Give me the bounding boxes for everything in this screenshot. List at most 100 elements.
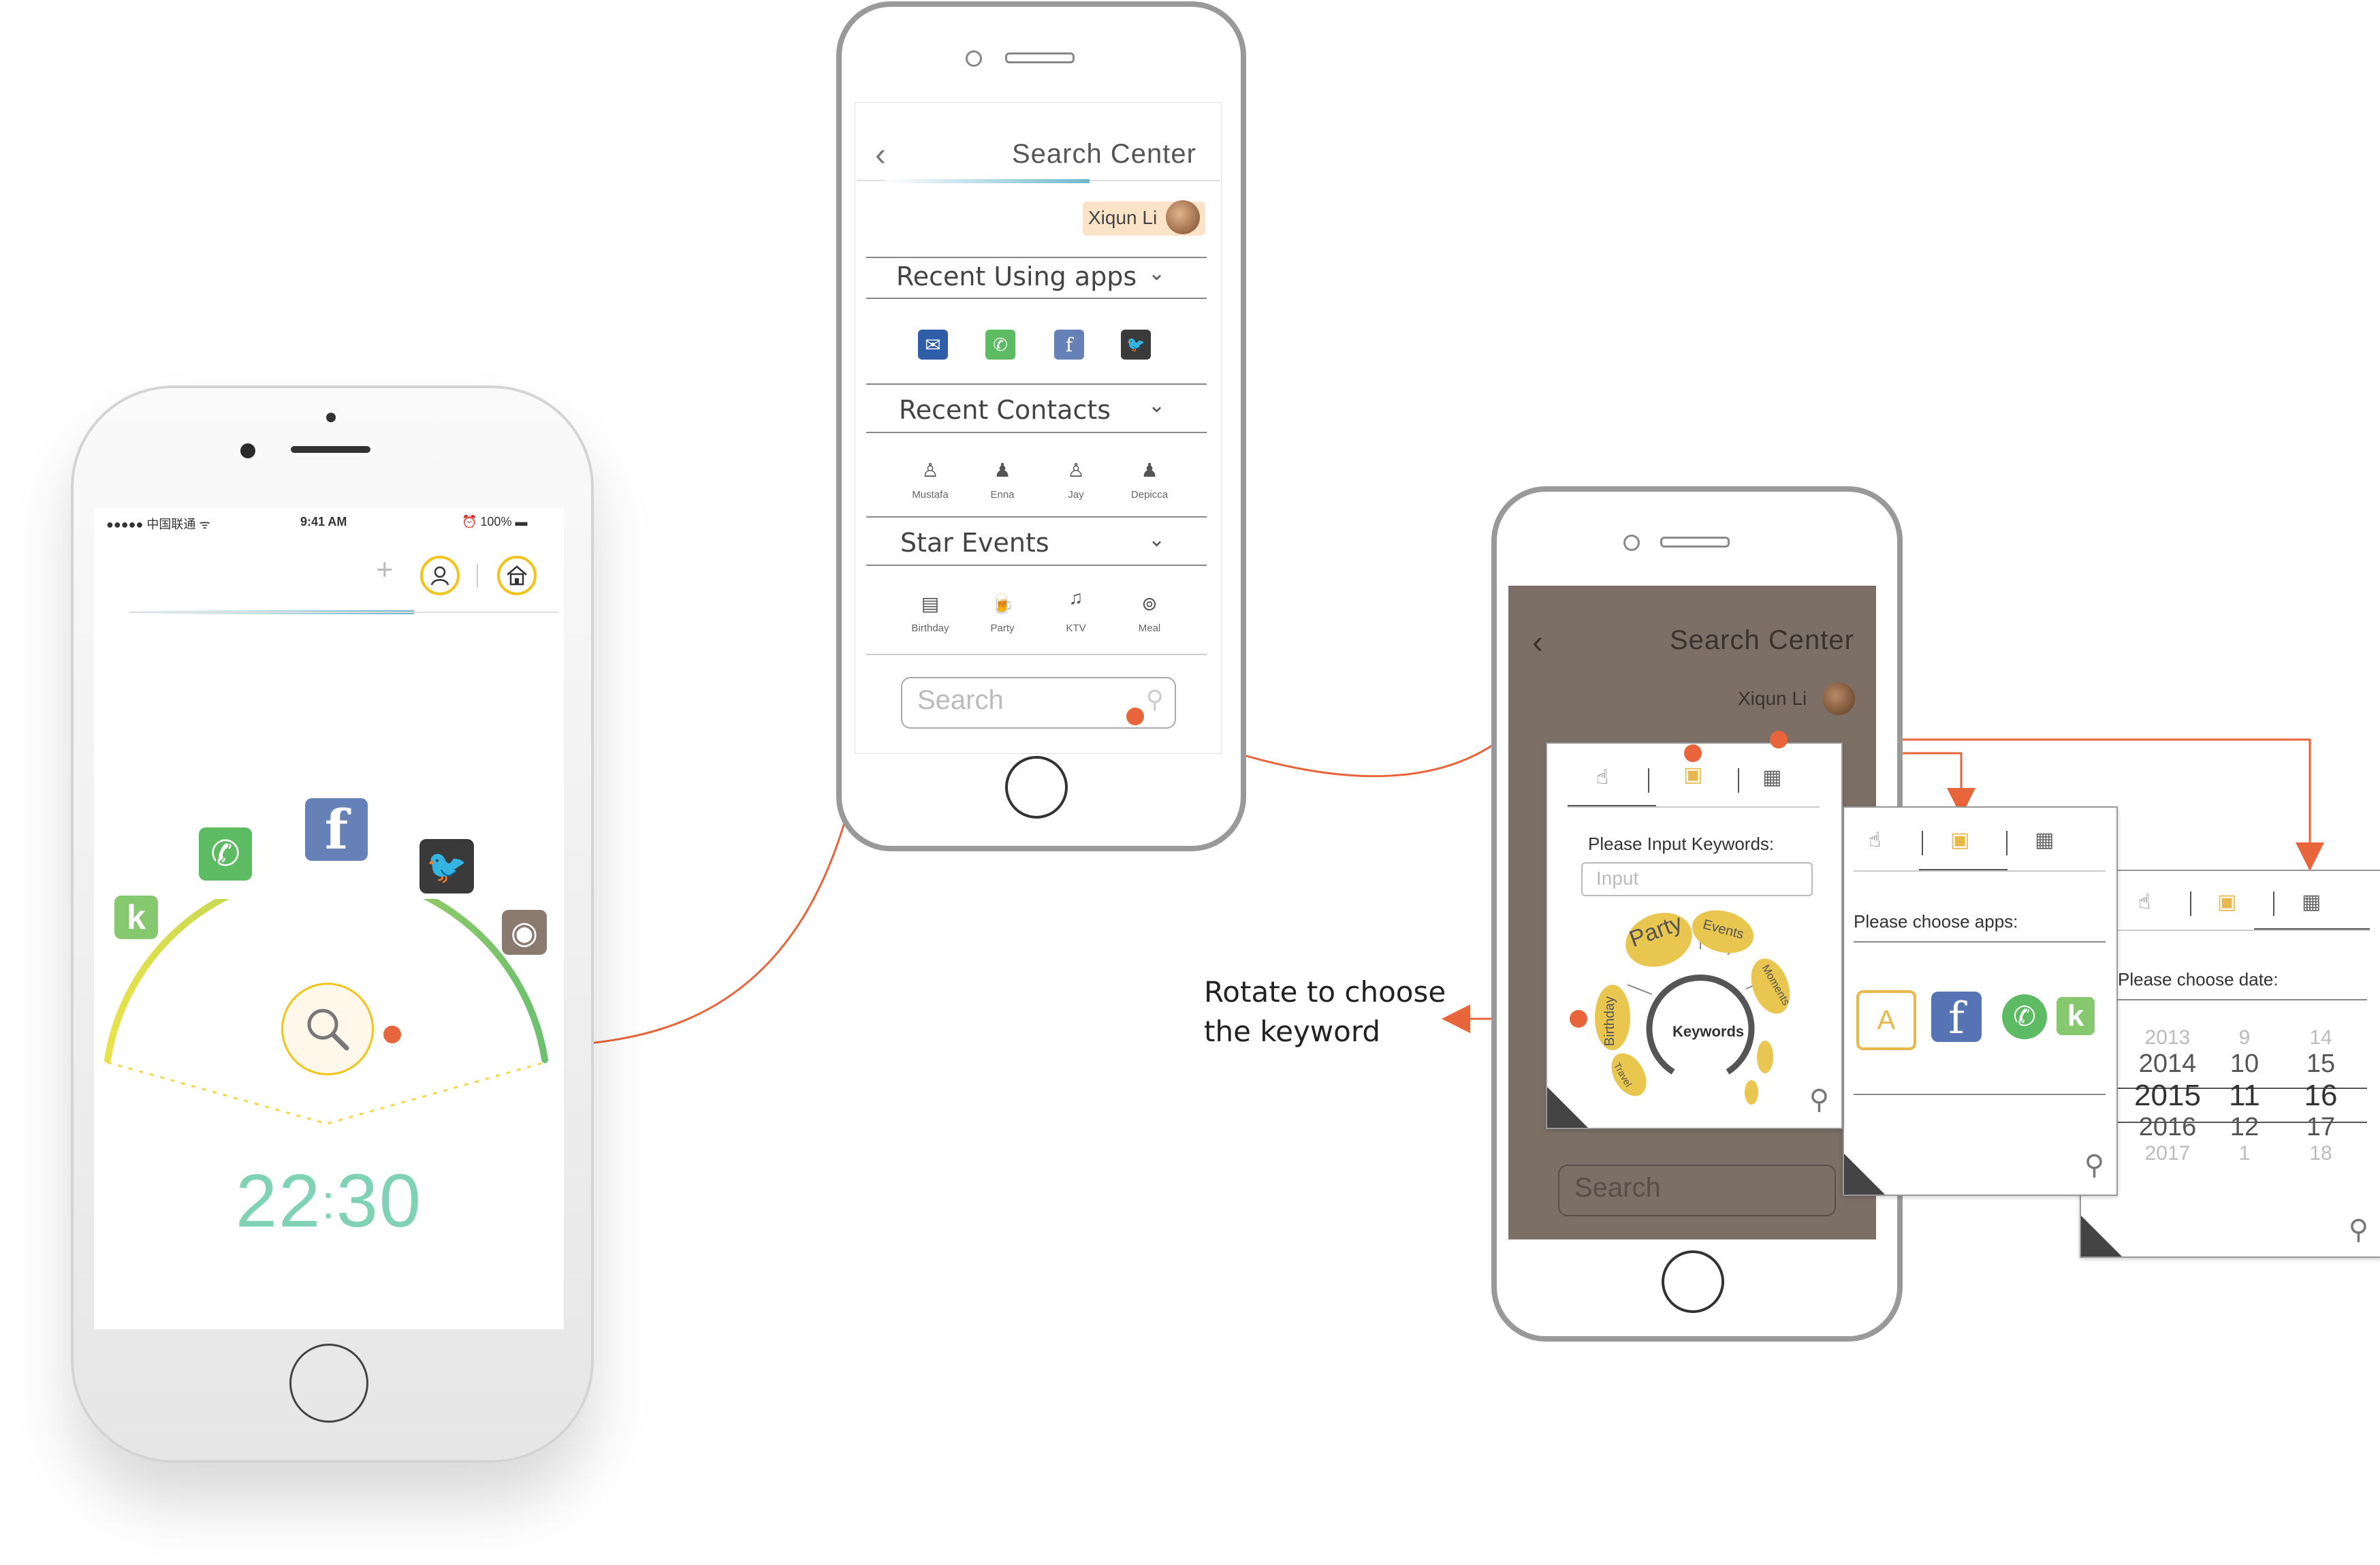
tab-underline (2118, 930, 2370, 931)
divider (866, 654, 1207, 655)
apps-tab-icon[interactable]: ▣ (1683, 763, 1702, 787)
section-star-events[interactable]: Star Events (900, 528, 1049, 558)
phone-1-home-button[interactable] (289, 1344, 368, 1423)
event-label: Birthday (911, 622, 949, 634)
search-icon[interactable]: ⚲ (1146, 685, 1164, 714)
tab-divider (2006, 831, 2008, 855)
facebook-icon[interactable]: f (1054, 330, 1084, 360)
whatsapp-icon[interactable]: ✆ (985, 330, 1015, 360)
chevron-down-icon[interactable]: ⌄ (1148, 394, 1165, 417)
card-label: Please choose apps: (1854, 911, 2018, 932)
facebook-icon[interactable]: f (1931, 992, 1982, 1044)
meal-icon[interactable]: ⊚ (1135, 588, 1164, 618)
year-selected[interactable]: 2015 (2130, 1079, 2205, 1113)
divider (866, 257, 1207, 258)
event-label: Meal (1138, 622, 1161, 634)
keyword-input[interactable]: Input (1581, 862, 1813, 896)
calendar-tab-icon[interactable]: ▦ (1762, 765, 1781, 789)
phone-2-home-button[interactable] (1005, 756, 1068, 819)
facebook-app-icon[interactable]: f (305, 797, 368, 861)
home-icon[interactable] (497, 556, 537, 595)
search-placeholder: Search (917, 685, 1004, 715)
title-progress (885, 179, 1090, 183)
whatsapp-app-icon[interactable]: ✆ (199, 827, 252, 881)
twitter-icon[interactable]: 🐦 (1121, 330, 1151, 360)
day-column[interactable]: 14 15 16 17 18 (2294, 1026, 2348, 1165)
status-carrier: ●●●●● 中国联通 ᯤ (106, 518, 210, 531)
page-title: Search Center (1012, 139, 1196, 169)
month-option[interactable]: 10 (2217, 1049, 2272, 1079)
tab-divider (1922, 831, 1923, 855)
alarm-separator: : (321, 1175, 336, 1229)
contact-avatar-icon[interactable]: ♟ (1135, 455, 1164, 485)
search-placeholder: Search (1574, 1173, 1661, 1203)
phone-3-speaker (1660, 537, 1730, 548)
keyword-petal-birthday[interactable]: Birthday (1602, 996, 1618, 1046)
search-icon[interactable]: ⚲ (2084, 1150, 2104, 1181)
contact-avatar-icon[interactable]: ♙ (915, 455, 945, 485)
month-option[interactable]: 1 (2217, 1142, 2272, 1165)
card-label: Please choose date: (2118, 969, 2279, 990)
phone-1-speaker (291, 446, 370, 453)
divider (866, 383, 1207, 385)
year-column[interactable]: 2013 2014 2015 2016 2017 (2130, 1026, 2205, 1165)
month-column[interactable]: 9 10 11 12 1 (2217, 1026, 2272, 1165)
back-button[interactable]: ‹ (1532, 624, 1543, 661)
calendar-tab-icon[interactable]: ▦ (2035, 828, 2054, 852)
tab-divider (1648, 768, 1649, 793)
section-recent-apps[interactable]: Recent Using apps (896, 262, 1137, 291)
calendar-tab-icon[interactable]: ▦ (2302, 890, 2321, 914)
touch-tab-icon[interactable]: ☝ (1869, 828, 1881, 852)
party-icon[interactable]: 🍺 (987, 588, 1017, 618)
chevron-down-icon[interactable]: ⌄ (1148, 262, 1165, 285)
day-option[interactable]: 17 (2294, 1113, 2348, 1142)
day-option[interactable]: 18 (2294, 1142, 2348, 1165)
chevron-down-icon[interactable]: ⌄ (1148, 528, 1165, 552)
add-button[interactable]: + (376, 553, 394, 587)
keyword-placeholder: Input (1596, 868, 1639, 889)
section-recent-contacts[interactable]: Recent Contacts (899, 395, 1111, 425)
search-icon[interactable]: ⚲ (2349, 1214, 2368, 1246)
dial-center-label: Keywords (1672, 1023, 1745, 1040)
touch-tab-icon[interactable]: ☝ (1596, 765, 1608, 789)
year-option[interactable]: 2016 (2130, 1113, 2205, 1142)
contact-label: Depicca (1130, 489, 1169, 501)
instagram-app-icon[interactable]: ◉ (502, 910, 547, 955)
year-option[interactable]: 2014 (2130, 1049, 2205, 1079)
connector-origin-dot (383, 1026, 401, 1043)
phone-2-screen (855, 102, 1222, 754)
connector-origin-dot (1770, 731, 1788, 748)
phone-3-home-button[interactable] (1662, 1250, 1724, 1313)
phone-1-sensor (326, 413, 336, 422)
year-option[interactable]: 2017 (2130, 1142, 2205, 1165)
month-option[interactable]: 9 (2217, 1026, 2272, 1049)
search-dial-button[interactable] (281, 983, 374, 1075)
kik-icon[interactable]: k (2057, 997, 2095, 1035)
contact-avatar-icon[interactable]: ♟ (987, 455, 1017, 485)
avatar[interactable] (1166, 200, 1200, 234)
apps-tab-icon[interactable]: ▣ (1950, 828, 1969, 852)
search-input[interactable]: Search (1558, 1165, 1836, 1216)
touch-tab-icon[interactable]: ☝ (2138, 890, 2151, 914)
search-icon[interactable]: ⚲ (1809, 1084, 1829, 1116)
month-option[interactable]: 12 (2217, 1113, 2272, 1142)
month-selected[interactable]: 11 (2217, 1079, 2272, 1113)
avatar[interactable] (1822, 682, 1855, 715)
user-profile-icon[interactable] (420, 556, 460, 595)
birthday-icon[interactable]: ▤ (915, 588, 945, 618)
day-selected[interactable]: 16 (2294, 1079, 2348, 1113)
divider (866, 298, 1207, 299)
apps-tab-icon[interactable]: ▣ (2217, 890, 2236, 914)
mail-icon[interactable]: ✉ (918, 330, 948, 360)
year-option[interactable]: 2013 (2130, 1026, 2205, 1049)
phone-3-camera (1623, 535, 1640, 551)
whatsapp-icon[interactable]: ✆ (2002, 994, 2047, 1039)
twitter-app-icon[interactable]: 🐦 (419, 839, 474, 894)
app-store-icon[interactable]: A (1856, 990, 1916, 1050)
ktv-icon[interactable]: ♫ (1061, 583, 1091, 613)
back-button[interactable]: ‹ (875, 136, 886, 174)
day-option[interactable]: 14 (2294, 1026, 2348, 1049)
contact-avatar-icon[interactable]: ♙ (1061, 455, 1091, 485)
kik-app-icon[interactable]: k (114, 896, 158, 939)
day-option[interactable]: 15 (2294, 1049, 2348, 1079)
